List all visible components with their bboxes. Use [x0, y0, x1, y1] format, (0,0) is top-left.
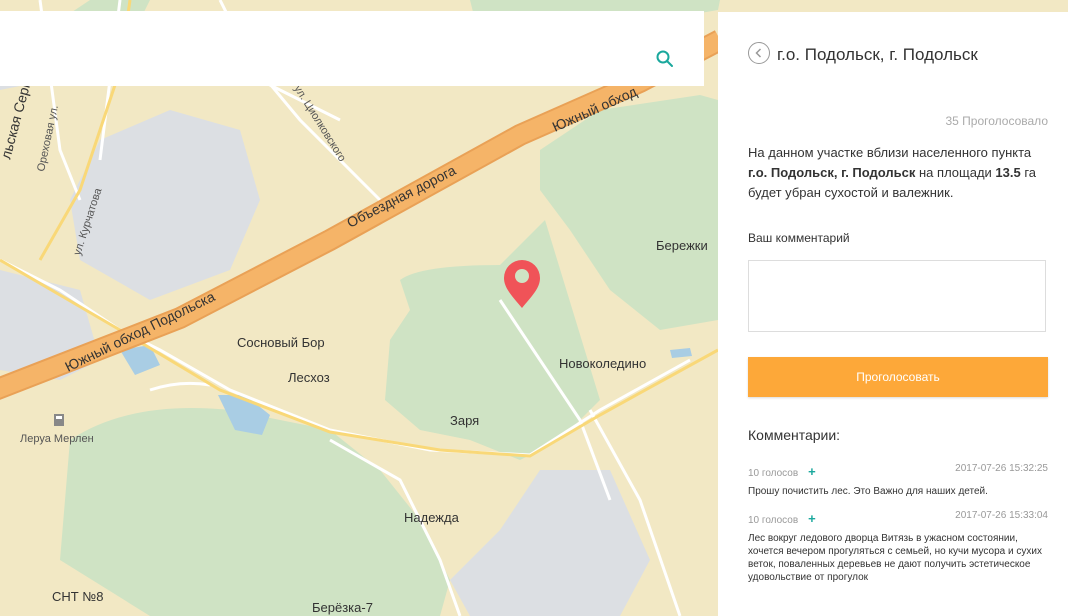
- votes-count: 35 Проголосовало: [945, 114, 1048, 128]
- upvote-plus-icon[interactable]: +: [808, 511, 816, 526]
- plot-description: На данном участке вблизи населенного пун…: [748, 143, 1048, 203]
- desc-middle: на площади: [915, 165, 996, 180]
- comment-item: 10 голосов + 2017-07-26 15:32:25 Прошу по…: [748, 463, 1048, 498]
- desc-prefix: На данном участке вблизи населенного пун…: [748, 145, 1032, 160]
- vote-button[interactable]: Проголосовать: [748, 357, 1048, 397]
- search-input[interactable]: [10, 11, 644, 88]
- place-label-berezhki: Бережки: [656, 238, 708, 253]
- comment-item: 10 голосов + 2017-07-26 15:33:04 Лес вокр…: [748, 510, 1048, 584]
- place-label-berezka7: Берёзка-7: [312, 600, 373, 615]
- place-label-novokoledino: Новоколедино: [559, 356, 646, 371]
- comment-field-label: Ваш комментарий: [748, 231, 850, 245]
- desc-location: г.о. Подольск, г. Подольск: [748, 165, 916, 180]
- comment-text: Прошу почистить лес. Это Важно для наших…: [748, 486, 988, 497]
- back-button[interactable]: [748, 42, 770, 64]
- comment-date: 2017-07-26 15:33:04: [955, 510, 1048, 521]
- search-bar: [0, 11, 704, 88]
- desc-area: 13.5: [995, 165, 1021, 180]
- place-label-snt8: СНТ №8: [52, 589, 104, 604]
- upvote-plus-icon[interactable]: +: [808, 464, 816, 479]
- place-label-nadezhda: Надежда: [404, 510, 460, 525]
- info-panel: г.о. Подольск, г. Подольск 35 Проголосов…: [718, 12, 1068, 616]
- comment-votes: 10 голосов: [748, 515, 799, 526]
- chevron-left-icon: [755, 48, 762, 58]
- place-label-leskhoz: Лесхоз: [288, 370, 330, 385]
- search-icon[interactable]: [656, 50, 674, 68]
- place-label-sosnovy-bor: Сосновый Бор: [237, 335, 325, 350]
- comment-text: Лес вокруг ледового дворца Витязь в ужас…: [748, 533, 1042, 583]
- poi-label-leroy-merlin: Леруа Мерлен: [20, 433, 94, 445]
- place-label-zarya: Заря: [450, 413, 479, 428]
- shop-icon: [54, 414, 64, 426]
- comment-date: 2017-07-26 15:32:25: [955, 463, 1048, 474]
- panel-title: г.о. Подольск, г. Подольск: [777, 45, 978, 64]
- comments-heading: Комментарии:: [748, 427, 841, 443]
- comment-input[interactable]: [748, 260, 1046, 332]
- comment-votes: 10 голосов: [748, 468, 799, 479]
